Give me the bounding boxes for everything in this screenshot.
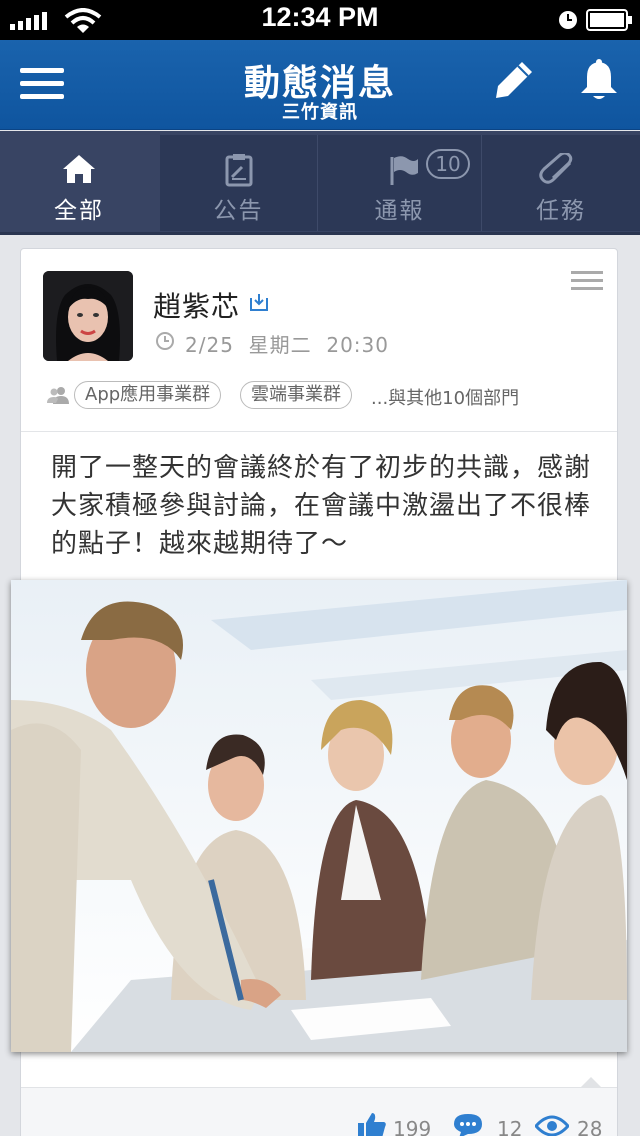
tab-label: 任務 (536, 198, 586, 224)
comment-count: 12 (497, 1117, 523, 1136)
other-departments[interactable]: ...與其他10個部門 (371, 384, 519, 410)
post-photo-meeting[interactable] (11, 580, 627, 1052)
menu-lines-icon (571, 271, 603, 274)
tab-label: 公告 (213, 198, 264, 224)
author-name[interactable]: 趙紫芯 (153, 285, 240, 325)
tab-indicator (148, 173, 158, 193)
tab-label: 通報 (374, 198, 425, 224)
comment-bubble-icon[interactable] (453, 1113, 483, 1136)
home-icon (63, 155, 95, 183)
clock-icon (156, 332, 174, 350)
tab-label: 全部 (54, 198, 104, 224)
post-footer (21, 1087, 617, 1136)
post-content: 開了一整天的會議終於有了初步的共識，感謝大家積極參與討論，在會議中激盪出了不很棒… (51, 453, 592, 559)
department-tag[interactable]: App應用事業群 (74, 381, 222, 409)
tab-all[interactable]: 全部 (0, 135, 158, 231)
status-time: 12:34 PM (261, 2, 379, 32)
reports-count-badge: 10 (426, 149, 470, 179)
post-date: 2/25 星期二 20:30 (185, 333, 389, 357)
like-count: 199 (393, 1117, 432, 1136)
battery-icon (586, 9, 632, 31)
compose-pencil-icon[interactable] (492, 58, 536, 102)
department-tag[interactable]: 雲端事業群 (240, 381, 352, 409)
nav-bar: 動態消息 三竹資訊 (0, 40, 640, 130)
page-subtitle: 三竹資訊 (282, 102, 358, 123)
status-bar: 12:34 PM (0, 0, 640, 40)
group-icon (47, 387, 69, 404)
alarm-clock-icon (559, 11, 577, 29)
tab-tasks[interactable]: 任務 (482, 135, 640, 231)
post-menu-button[interactable] (571, 271, 603, 291)
tab-bar: 全部 公告 通報 10 任務 (0, 131, 640, 235)
bell-icon[interactable] (578, 58, 620, 102)
tab-announcements[interactable]: 公告 (160, 135, 317, 231)
paperclip-icon (539, 153, 573, 184)
clipboard-icon (225, 154, 253, 187)
download-icon[interactable] (249, 292, 269, 312)
view-count: 28 (577, 1117, 603, 1136)
avatar[interactable] (43, 271, 133, 361)
eye-views-icon (535, 1115, 569, 1136)
like-thumb-icon[interactable] (357, 1111, 387, 1136)
